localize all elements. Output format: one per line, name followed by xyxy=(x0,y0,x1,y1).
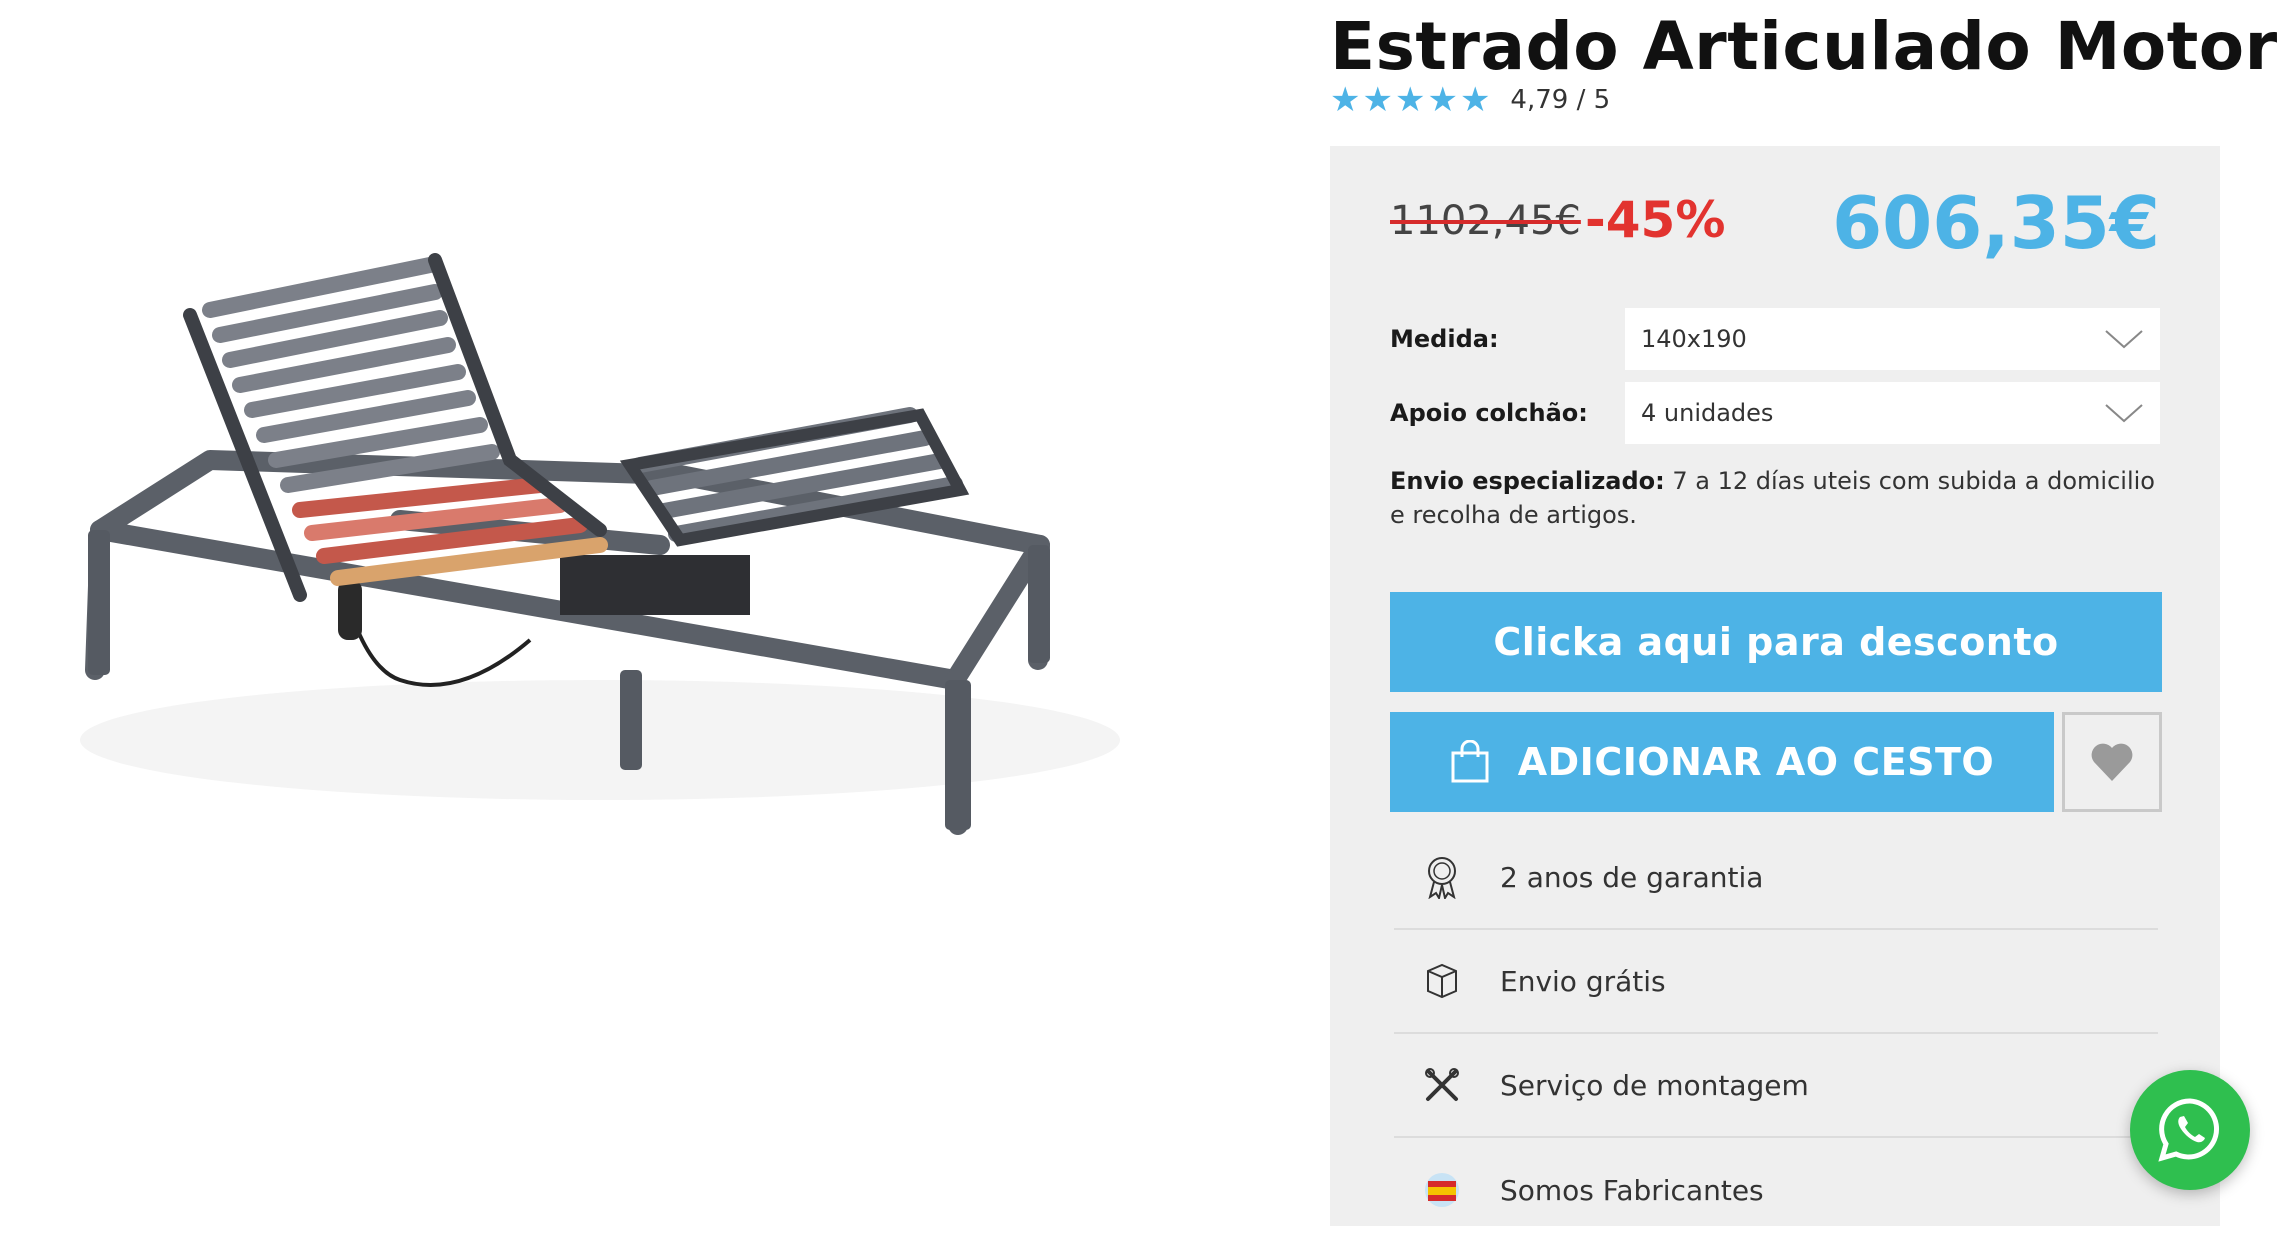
feature-warranty: 2 anos de garantia xyxy=(1394,826,2158,930)
whatsapp-icon xyxy=(2158,1098,2220,1162)
mattress-support-label: Apoio colchão: xyxy=(1390,399,1588,427)
product-title: Estrado Articulado Motor xyxy=(1330,8,2278,85)
feature-label: 2 anos de garantia xyxy=(1500,860,1764,894)
rating-text: 4,79 / 5 xyxy=(1510,85,1611,115)
award-icon xyxy=(1414,849,1470,905)
star-icon: ★ xyxy=(1459,80,1491,120)
chevron-down-icon xyxy=(2105,404,2143,423)
star-icon: ★ xyxy=(1362,80,1393,120)
heart-icon xyxy=(2091,743,2133,781)
shopping-bag-icon xyxy=(1451,740,1489,783)
feature-assembly: Serviço de montagem xyxy=(1394,1034,2158,1138)
whatsapp-button[interactable] xyxy=(2130,1070,2250,1190)
shipping-label: Envio especializado: xyxy=(1390,467,1665,495)
product-rating[interactable]: ★ ★ ★ ★ ★ 4,79 / 5 xyxy=(1330,80,1610,120)
discount-badge: -45% xyxy=(1585,191,1726,249)
star-icon: ★ xyxy=(1394,80,1426,120)
size-label: Medida: xyxy=(1390,325,1499,353)
add-to-cart-label: ADICIONAR AO CESTO xyxy=(1517,740,1995,784)
purchase-panel: 1102,45€ -45% 606,35€ Medida: 140x190 Ap… xyxy=(1330,146,2220,1226)
feature-label: Somos Fabricantes xyxy=(1500,1173,1764,1207)
size-value: 140x190 xyxy=(1641,325,1747,353)
discount-button[interactable]: Clicka aqui para desconto xyxy=(1390,592,2162,692)
size-select[interactable]: 140x190 xyxy=(1625,308,2160,370)
star-icon: ★ xyxy=(1427,80,1458,120)
chevron-down-icon xyxy=(2105,330,2143,349)
current-price: 606,35€ xyxy=(1832,181,2160,265)
spain-flag-icon xyxy=(1414,1162,1470,1218)
mattress-support-option: Apoio colchão: 4 unidades xyxy=(1390,382,2160,444)
product-image[interactable] xyxy=(40,200,1160,920)
feature-manufacturers: Somos Fabricantes xyxy=(1394,1138,2158,1240)
mattress-support-select[interactable]: 4 unidades xyxy=(1625,382,2160,444)
old-price: 1102,45€ xyxy=(1390,198,1581,244)
wishlist-button[interactable] xyxy=(2062,712,2162,812)
add-to-cart-button[interactable]: ADICIONAR AO CESTO xyxy=(1390,712,2054,812)
shipping-info: Envio especializado: 7 a 12 días uteis c… xyxy=(1390,464,2160,532)
rating-stars: ★ ★ ★ ★ ★ xyxy=(1330,83,1490,117)
star-icon: ★ xyxy=(1330,80,1361,120)
tools-icon xyxy=(1414,1057,1470,1113)
size-option: Medida: 140x190 xyxy=(1390,308,2160,370)
product-page: Estrado Articulado Motor ★ ★ ★ ★ ★ 4,79 … xyxy=(0,0,2284,1240)
box-icon xyxy=(1414,953,1470,1009)
feature-label: Serviço de montagem xyxy=(1500,1068,1809,1102)
feature-free-shipping: Envio grátis xyxy=(1394,930,2158,1034)
feature-label: Envio grátis xyxy=(1500,964,1666,998)
mattress-support-value: 4 unidades xyxy=(1641,399,1774,427)
